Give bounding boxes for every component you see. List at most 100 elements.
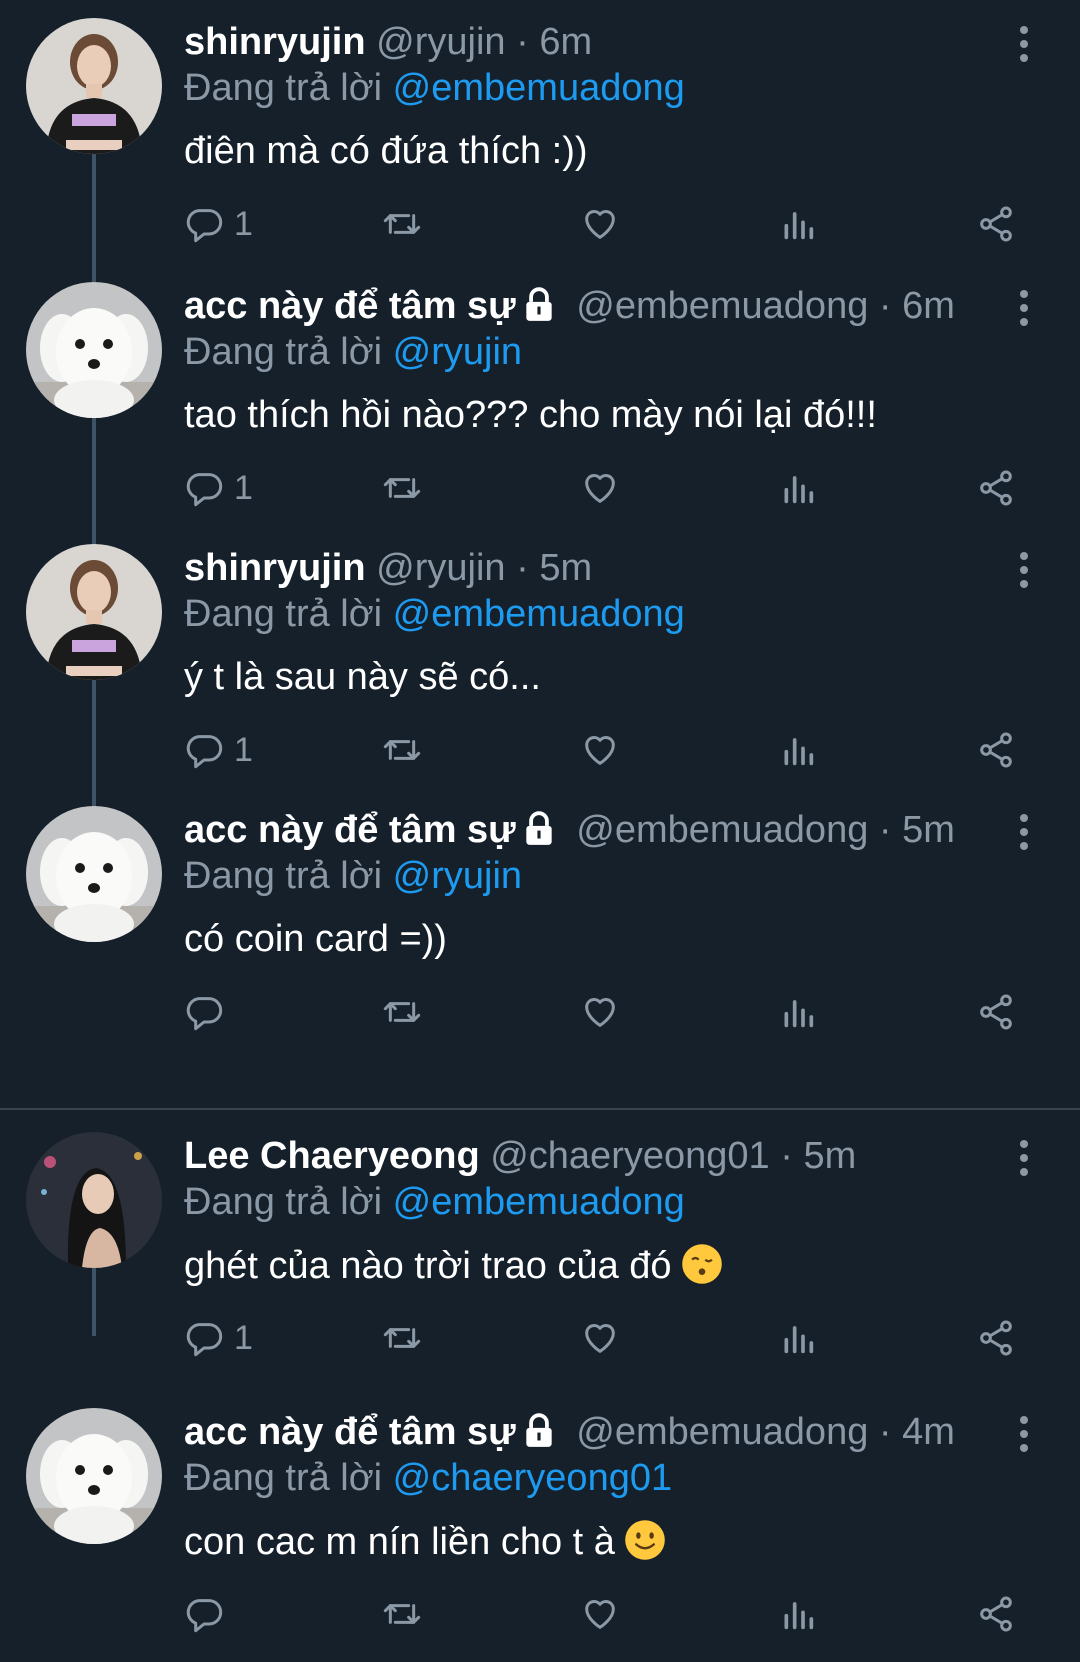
- like-button[interactable]: [580, 1586, 620, 1642]
- reply-button[interactable]: [184, 984, 234, 1040]
- mention-link[interactable]: @embemuadong: [393, 1181, 685, 1223]
- heart-icon: [580, 1594, 620, 1634]
- mention-link[interactable]: @embemuadong: [393, 593, 685, 635]
- user-handle[interactable]: @embemuadong: [576, 285, 868, 327]
- girl-avatar: [26, 544, 162, 680]
- like-button[interactable]: [580, 196, 620, 252]
- retweet-button[interactable]: [382, 196, 422, 252]
- share-button[interactable]: [976, 1310, 1016, 1366]
- share-button[interactable]: [976, 984, 1016, 1040]
- reply-button[interactable]: 1: [184, 1310, 253, 1366]
- tweet[interactable]: shinryujin @ryujin · 5m Đang trả lời @em…: [0, 544, 1080, 784]
- heart-icon: [580, 1318, 620, 1358]
- more-options-icon[interactable]: [1012, 26, 1036, 66]
- tweet[interactable]: acc này để tâm sự @embemuadong · 5m Đang…: [0, 806, 1080, 1046]
- reply-button[interactable]: 1: [184, 460, 253, 516]
- more-options-icon[interactable]: [1012, 290, 1036, 330]
- timestamp[interactable]: 4m: [902, 1411, 955, 1453]
- view-stats-button[interactable]: [778, 984, 818, 1040]
- avatar[interactable]: [26, 806, 162, 942]
- share-button[interactable]: [976, 460, 1016, 516]
- replying-to-label: Đang trả lời: [184, 855, 383, 897]
- view-stats-button[interactable]: [778, 722, 818, 778]
- heart-icon: [580, 730, 620, 770]
- avatar[interactable]: [26, 282, 162, 418]
- display-name[interactable]: Lee Chaeryeong: [184, 1135, 480, 1177]
- separator-dot: ·: [516, 547, 529, 589]
- tweet[interactable]: Lee Chaeryeong @chaeryeong01 · 5m Đang t…: [0, 1132, 1080, 1372]
- share-icon: [976, 992, 1016, 1032]
- timestamp[interactable]: 5m: [539, 547, 592, 589]
- avatar[interactable]: [26, 18, 162, 154]
- timestamp[interactable]: 5m: [803, 1135, 856, 1177]
- timestamp[interactable]: 6m: [539, 21, 592, 63]
- reply-count: 1: [234, 1318, 253, 1357]
- retweet-button[interactable]: [382, 722, 422, 778]
- like-button[interactable]: [580, 722, 620, 778]
- separator-dot: ·: [878, 1411, 892, 1453]
- display-name[interactable]: shinryujin: [184, 547, 366, 589]
- tweet[interactable]: acc này để tâm sự @embemuadong · 4m Đang…: [0, 1408, 1080, 1648]
- more-options-icon[interactable]: [1012, 1416, 1036, 1456]
- user-handle[interactable]: @chaeryeong01: [490, 1135, 769, 1177]
- share-button[interactable]: [976, 722, 1016, 778]
- more-options-icon[interactable]: [1012, 814, 1036, 854]
- reply-button[interactable]: 1: [184, 722, 253, 778]
- retweet-button[interactable]: [382, 984, 422, 1040]
- timestamp[interactable]: 6m: [902, 285, 955, 327]
- display-name[interactable]: acc này để tâm sự: [184, 809, 516, 851]
- mention-link[interactable]: @ryujin: [393, 331, 522, 373]
- user-handle[interactable]: @ryujin: [376, 547, 505, 589]
- tweet-header: shinryujin @ryujin · 5m: [184, 546, 592, 590]
- stats-icon: [778, 992, 818, 1032]
- mention-link[interactable]: @embemuadong: [393, 67, 685, 109]
- view-stats-button[interactable]: [778, 196, 818, 252]
- share-icon: [976, 1318, 1016, 1358]
- heart-icon: [580, 204, 620, 244]
- share-icon: [976, 204, 1016, 244]
- stats-icon: [778, 1594, 818, 1634]
- display-name[interactable]: shinryujin: [184, 21, 366, 63]
- like-button[interactable]: [580, 460, 620, 516]
- display-name[interactable]: acc này để tâm sự: [184, 1411, 516, 1453]
- reply-count: 1: [234, 468, 253, 507]
- share-button[interactable]: [976, 1586, 1016, 1642]
- replying-to: Đang trả lời @ryujin: [184, 854, 522, 898]
- more-options-icon[interactable]: [1012, 552, 1036, 592]
- avatar[interactable]: [26, 1408, 162, 1544]
- tweet[interactable]: shinryujin @ryujin · 6m Đang trả lời @em…: [0, 18, 1080, 258]
- reply-button[interactable]: [184, 1586, 234, 1642]
- replying-to-label: Đang trả lời: [184, 593, 383, 635]
- mention-link[interactable]: @ryujin: [393, 855, 522, 897]
- display-name[interactable]: acc này để tâm sự: [184, 285, 516, 327]
- action-bar: [0, 1586, 1080, 1642]
- view-stats-button[interactable]: [778, 1586, 818, 1642]
- retweet-icon: [382, 468, 422, 508]
- avatar[interactable]: [26, 1132, 162, 1268]
- timestamp[interactable]: 5m: [902, 809, 955, 851]
- user-handle[interactable]: @embemuadong: [576, 1411, 868, 1453]
- retweet-button[interactable]: [382, 460, 422, 516]
- user-handle[interactable]: @embemuadong: [576, 809, 868, 851]
- view-stats-button[interactable]: [778, 1310, 818, 1366]
- like-button[interactable]: [580, 1310, 620, 1366]
- reply-icon: [184, 992, 224, 1032]
- retweet-button[interactable]: [382, 1586, 422, 1642]
- reply-count: 1: [234, 730, 253, 769]
- tweet-text: ý t là sau này sẽ có...: [184, 654, 541, 700]
- like-button[interactable]: [580, 984, 620, 1040]
- tweet-text-content: ghét của nào trời trao của đó: [184, 1245, 672, 1287]
- reply-icon: [184, 1594, 224, 1634]
- dog-avatar: [26, 806, 162, 942]
- more-options-icon[interactable]: [1012, 1140, 1036, 1180]
- mention-link[interactable]: @chaeryeong01: [393, 1457, 672, 1499]
- view-stats-button[interactable]: [778, 460, 818, 516]
- tweet-text-content: ý t là sau này sẽ có...: [184, 656, 541, 698]
- retweet-button[interactable]: [382, 1310, 422, 1366]
- avatar[interactable]: [26, 544, 162, 680]
- user-handle[interactable]: @ryujin: [376, 21, 505, 63]
- replying-to: Đang trả lời @embemuadong: [184, 1180, 685, 1224]
- tweet[interactable]: acc này để tâm sự @embemuadong · 6m Đang…: [0, 282, 1080, 522]
- reply-button[interactable]: 1: [184, 196, 253, 252]
- share-button[interactable]: [976, 196, 1016, 252]
